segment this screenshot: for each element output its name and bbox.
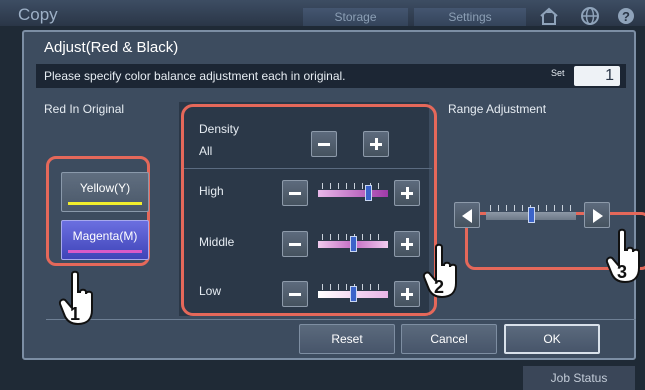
help-icon[interactable]: ? <box>614 6 638 26</box>
magenta-button-label: Magenta(M) <box>72 229 138 243</box>
high-plus-button[interactable] <box>394 180 420 206</box>
low-minus-button[interactable] <box>282 281 308 307</box>
density-label: Density <box>199 122 240 136</box>
middle-plus-button[interactable] <box>394 231 420 257</box>
tab-storage[interactable]: Storage <box>303 8 408 26</box>
range-adjustment-label: Range Adjustment <box>448 102 547 116</box>
density-all-plus-button[interactable] <box>363 131 389 157</box>
svg-text:?: ? <box>622 9 630 24</box>
magenta-stripe <box>68 250 142 253</box>
high-minus-button[interactable] <box>282 180 308 206</box>
low-slider-knob[interactable] <box>350 286 357 302</box>
callout-3-hand-icon: 3 <box>605 228 640 284</box>
range-slider-knob[interactable] <box>528 207 535 223</box>
tab-settings[interactable]: Settings <box>414 8 526 26</box>
range-right-button[interactable] <box>584 202 610 228</box>
set-count: 1 <box>574 66 620 86</box>
density-all-minus-button[interactable] <box>311 131 337 157</box>
message-text: Please specify color balance adjustment … <box>44 69 346 83</box>
set-label: Set <box>551 68 565 78</box>
yellow-button[interactable]: Yellow(Y) <box>61 172 149 212</box>
callout-1-number: 1 <box>70 304 80 324</box>
dialog-title: Adjust(Red & Black) <box>44 39 179 56</box>
high-slider-knob[interactable] <box>365 185 372 201</box>
range-slider[interactable] <box>486 204 576 226</box>
high-slider-track <box>318 190 388 197</box>
middle-label: Middle <box>199 235 235 249</box>
cancel-button[interactable]: Cancel <box>401 324 497 354</box>
yellow-button-label: Yellow(Y) <box>79 181 131 195</box>
ok-button[interactable]: OK <box>504 324 600 354</box>
low-label: Low <box>199 284 222 298</box>
app-title: Copy <box>18 6 58 24</box>
middle-slider[interactable] <box>318 233 388 255</box>
magenta-button[interactable]: Magenta(M) <box>61 220 149 260</box>
low-slider[interactable] <box>318 283 388 305</box>
top-bar: Copy Storage Settings ? <box>0 0 645 26</box>
bottom-divider <box>46 319 636 320</box>
message-bar: Please specify color balance adjustment … <box>36 64 626 88</box>
density-divider <box>184 168 432 169</box>
high-slider[interactable] <box>318 182 388 204</box>
density-all-label: All <box>199 144 213 158</box>
high-label: High <box>199 184 224 198</box>
globe-icon[interactable] <box>578 6 602 26</box>
screen: Copy Storage Settings ? Job Status Adjus… <box>0 0 645 390</box>
reset-button[interactable]: Reset <box>299 324 395 354</box>
middle-minus-button[interactable] <box>282 231 308 257</box>
low-plus-button[interactable] <box>394 281 420 307</box>
callout-3-number: 3 <box>617 262 627 282</box>
home-icon[interactable] <box>537 6 561 26</box>
yellow-stripe <box>68 202 142 205</box>
range-left-button[interactable] <box>454 202 480 228</box>
job-status-button[interactable]: Job Status <box>523 366 635 390</box>
callout-2-hand-icon: 2 <box>422 243 457 299</box>
callout-2-number: 2 <box>434 277 444 297</box>
adjust-dialog: Adjust(Red & Black) Please specify color… <box>22 30 645 360</box>
high-slider-ticks <box>322 183 384 189</box>
callout-1-hand-icon: 1 <box>58 270 93 326</box>
middle-slider-knob[interactable] <box>350 236 357 252</box>
red-in-original-label: Red In Original <box>44 102 125 116</box>
